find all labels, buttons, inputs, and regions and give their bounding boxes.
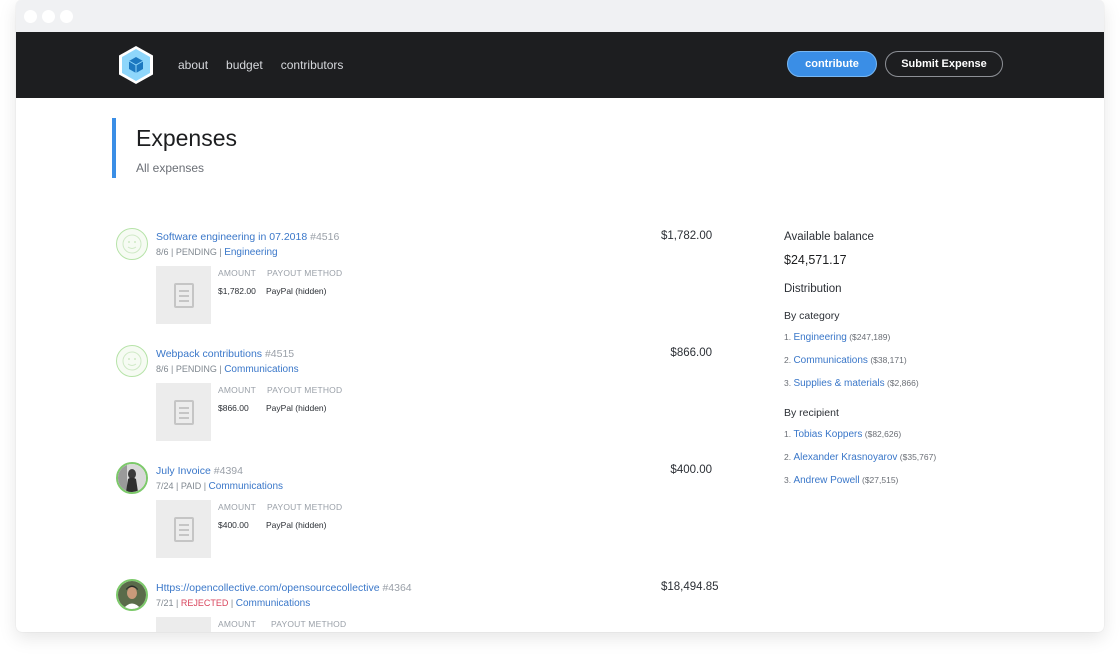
expense-date: 7/21 | [156,598,181,608]
payout-method-column-header: PAYOUT METHOD [267,268,343,278]
distribution-label: Distribution [784,283,842,295]
page-title: Expenses [136,125,238,151]
expense-title-link[interactable]: July Invoice [156,465,211,477]
expense-date-status: 7/24 | PAID | [156,481,209,491]
recipient-item: 1. Tobias Koppers ($82,626) [784,429,901,440]
category-item: 2. Communications ($38,171) [784,355,907,366]
window-chrome [16,0,1104,32]
expense-title-link[interactable]: Software engineering in 07.2018 [156,231,307,243]
detail-amount: $866.00 [218,403,249,413]
webpack-logo-icon[interactable] [116,45,156,85]
nav-links: about budget contributors [178,32,343,98]
nav-link-contributors[interactable]: contributors [281,58,344,72]
nav-link-about[interactable]: about [178,58,208,72]
main-content: Expenses All expenses Software engineeri… [16,98,1104,632]
window-maximize-dot[interactable] [60,10,73,23]
meta-separator: | [228,598,236,608]
expense-date-status: 8/6 | PENDING | [156,247,225,257]
expense-meta: 7/24 | PAID | Communications [156,481,283,492]
browser-window: about budget contributors contribute Sub… [16,0,1104,632]
expense-title-row: July Invoice #4394 [156,465,243,477]
category-amount: ($38,171) [870,355,907,365]
recipient-link[interactable]: Andrew Powell [793,475,859,486]
avatar[interactable] [116,345,148,377]
contribute-button[interactable]: contribute [787,51,877,77]
expense-id: #4394 [213,465,243,477]
recipient-amount: ($82,626) [864,429,902,439]
amount-column-header: AMOUNT [218,619,257,629]
expense-status-rejected: REJECTED [180,598,229,608]
amount-column-header: AMOUNT [218,268,257,278]
expense-meta: 8/6 | PENDING | Engineering [156,247,278,258]
recipient-item: 3. Andrew Powell ($27,515) [784,475,898,486]
amount-column-header: AMOUNT [218,502,257,512]
payout-method-column-header: PAYOUT METHOD [271,619,347,629]
payout-method-column-header: PAYOUT METHOD [267,502,343,512]
available-balance-label: Available balance [784,231,874,243]
payout-method-column-header: PAYOUT METHOD [267,385,343,395]
document-icon [173,282,194,308]
recipient-amount: ($35,767) [899,452,937,462]
category-link[interactable]: Engineering [793,332,846,343]
by-category-label: By category [784,310,840,322]
expense-amount: $866.00 [670,347,712,359]
category-item: 3. Supplies & materials ($2,866) [784,378,919,389]
expense-category-link[interactable]: Communications [236,598,310,609]
expense-title-link[interactable]: Https://opencollective.com/opensourcecol… [156,582,380,594]
receipt-thumbnail[interactable] [156,266,211,324]
receipt-thumbnail[interactable] [156,500,211,558]
detail-amount: $400.00 [218,520,249,530]
expense-title-row: Https://opencollective.com/opensourcecol… [156,582,412,594]
avatar[interactable] [116,579,148,611]
amount-column-header: AMOUNT [218,385,257,395]
document-icon [173,399,194,425]
available-balance-value: $24,571.17 [784,253,847,267]
by-recipient-label: By recipient [784,407,839,419]
avatar[interactable] [116,462,148,494]
expense-category-link[interactable]: Communications [209,481,283,492]
window-close-dot[interactable] [24,10,37,23]
detail-payout-method: PayPal (hidden) [266,286,327,296]
expense-id: #4515 [264,348,295,360]
category-link[interactable]: Communications [793,355,867,366]
recipient-item: 2. Alexander Krasnoyarov ($35,767) [784,452,936,463]
expense-amount: $18,494.85 [661,581,719,593]
expense-category-link[interactable]: Engineering [224,247,277,258]
receipt-thumbnail[interactable] [156,617,211,632]
receipt-thumbnail[interactable] [156,383,211,441]
nav-link-budget[interactable]: budget [226,58,263,72]
expense-title-row: Webpack contributions #4515 [156,348,294,360]
recipient-amount: ($27,515) [861,475,899,485]
expense-title-link[interactable]: Webpack contributions [156,348,262,360]
expense-date-status: 8/6 | PENDING | [156,364,225,374]
detail-payout-method: PayPal (hidden) [266,520,327,530]
recipient-link[interactable]: Tobias Koppers [793,429,862,440]
category-link[interactable]: Supplies & materials [793,378,884,389]
top-navbar: about budget contributors contribute Sub… [16,32,1104,98]
category-amount: ($247,189) [849,332,891,342]
detail-payout-method: PayPal (hidden) [266,403,327,413]
detail-amount: $1,782.00 [218,286,256,296]
page-subtitle: All expenses [136,161,205,175]
window-minimize-dot[interactable] [42,10,55,23]
category-item: 1. Engineering ($247,189) [784,332,890,343]
recipient-link[interactable]: Alexander Krasnoyarov [793,452,897,463]
expense-id: #4364 [382,582,412,594]
expense-amount: $1,782.00 [661,230,713,242]
expense-id: #4516 [310,231,340,243]
page-header: Expenses All expenses [112,118,237,178]
expense-meta: 8/6 | PENDING | Communications [156,364,299,375]
expense-category-link[interactable]: Communications [224,364,298,375]
document-icon [173,516,194,542]
expense-meta: 7/21 | REJECTED | Communications [156,598,310,609]
expense-title-row: Software engineering in 07.2018 #4516 [156,231,339,243]
expense-amount: $400.00 [670,464,712,476]
category-amount: ($2,866) [886,378,919,388]
submit-expense-button[interactable]: Submit Expense [885,51,1003,77]
avatar[interactable] [116,228,148,260]
